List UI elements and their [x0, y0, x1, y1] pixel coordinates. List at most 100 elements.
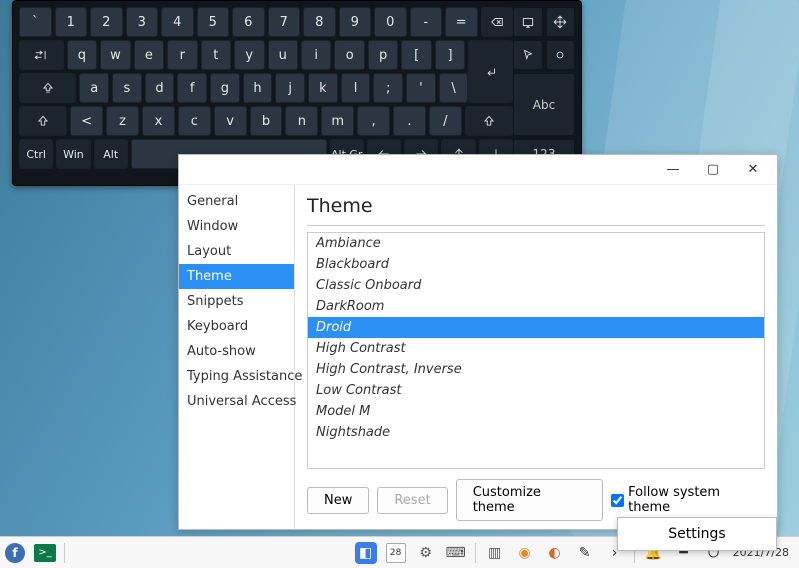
sidebar-item-layout[interactable]: Layout [179, 239, 294, 264]
sidebar-item-typing-assistance[interactable]: Typing Assistance [179, 364, 294, 389]
key-b[interactable]: b [250, 106, 283, 136]
theme-list[interactable]: Ambiance Blackboard Classic Onboard Dark… [307, 232, 765, 469]
sidebar-item-universal-access[interactable]: Universal Access [179, 389, 294, 414]
key-shift-left[interactable] [19, 106, 67, 136]
tray-update-icon[interactable]: ◉ [514, 542, 536, 564]
theme-item-nightshade[interactable]: Nightshade [308, 422, 764, 443]
sidebar-item-snippets[interactable]: Snippets [179, 289, 294, 314]
key-hover-mode[interactable] [546, 40, 576, 70]
app-menu-icon[interactable]: f [4, 542, 26, 564]
key-n[interactable]: n [285, 106, 318, 136]
tray-usb-icon[interactable]: ▥ [484, 542, 506, 564]
customize-theme-button[interactable]: Customize theme [456, 479, 603, 521]
sidebar-item-window[interactable]: Window [179, 214, 294, 239]
theme-item-darkroom[interactable]: DarkRoom [308, 296, 764, 317]
key-l[interactable]: l [341, 73, 371, 103]
key-u[interactable]: u [268, 40, 298, 70]
key-p[interactable]: p [368, 40, 398, 70]
key-4[interactable]: 4 [161, 7, 194, 37]
key-3[interactable]: 3 [126, 7, 159, 37]
key-o[interactable]: o [334, 40, 364, 70]
key-capslock[interactable] [19, 73, 76, 103]
key-j[interactable]: j [275, 73, 305, 103]
key-h[interactable]: h [243, 73, 273, 103]
terminal-icon[interactable]: >_ [34, 542, 56, 564]
key-k[interactable]: k [308, 73, 338, 103]
key-w[interactable]: w [100, 40, 130, 70]
key-7[interactable]: 7 [268, 7, 301, 37]
theme-item-low-contrast[interactable]: Low Contrast [308, 380, 764, 401]
key-backtick[interactable]: ` [19, 7, 52, 37]
theme-item-high-contrast[interactable]: High Contrast [308, 338, 764, 359]
theme-item-ambiance[interactable]: Ambiance [308, 233, 764, 254]
key-less[interactable]: < [70, 106, 103, 136]
key-q[interactable]: q [67, 40, 97, 70]
tray-calendar-icon[interactable]: 28 [385, 542, 407, 564]
key-r[interactable]: r [167, 40, 197, 70]
key-layer-abc[interactable]: Abc [513, 73, 575, 136]
key-5[interactable]: 5 [197, 7, 230, 37]
tray-settings-gear-icon[interactable]: ⚙ [415, 542, 437, 564]
sidebar-item-keyboard[interactable]: Keyboard [179, 314, 294, 339]
window-maximize-button[interactable]: ▢ [705, 162, 721, 178]
theme-item-droid[interactable]: Droid [308, 317, 764, 338]
key-f[interactable]: f [177, 73, 207, 103]
key-shift-right[interactable] [465, 106, 513, 136]
key-enter[interactable] [468, 40, 513, 103]
theme-item-classic-onboard[interactable]: Classic Onboard [308, 275, 764, 296]
tray-firefox-icon[interactable]: ◐ [544, 542, 566, 564]
sidebar-item-auto-show[interactable]: Auto-show [179, 339, 294, 364]
key-comma[interactable]: , [357, 106, 390, 136]
key-2[interactable]: 2 [90, 7, 123, 37]
key-6[interactable]: 6 [232, 7, 265, 37]
new-theme-button[interactable]: New [307, 487, 369, 514]
key-v[interactable]: v [214, 106, 247, 136]
key-hide-keyboard[interactable] [513, 7, 543, 37]
tray-onboard-icon[interactable]: ⌨ [445, 542, 467, 564]
key-bracket-close[interactable]: ] [435, 40, 465, 70]
key-ctrl[interactable]: Ctrl [19, 139, 53, 169]
reset-theme-button[interactable]: Reset [377, 487, 447, 514]
theme-item-high-contrast-inverse[interactable]: High Contrast, Inverse [308, 359, 764, 380]
key-y[interactable]: y [234, 40, 264, 70]
sidebar-item-theme[interactable]: Theme [179, 264, 294, 289]
sidebar-item-general[interactable]: General [179, 189, 294, 214]
theme-item-model-m[interactable]: Model M [308, 401, 764, 422]
key-s[interactable]: s [112, 73, 142, 103]
key-semicolon[interactable]: ; [373, 73, 403, 103]
key-alt[interactable]: Alt [94, 139, 128, 169]
key-0[interactable]: 0 [374, 7, 407, 37]
key-slash[interactable]: / [429, 106, 462, 136]
key-period[interactable]: . [393, 106, 426, 136]
window-close-button[interactable]: ✕ [745, 162, 761, 178]
key-9[interactable]: 9 [339, 7, 372, 37]
settings-tooltip[interactable]: Settings [617, 517, 777, 551]
theme-item-blackboard[interactable]: Blackboard [308, 254, 764, 275]
key-g[interactable]: g [210, 73, 240, 103]
key-x[interactable]: x [142, 106, 175, 136]
key-8[interactable]: 8 [303, 7, 336, 37]
key-equals[interactable]: = [445, 7, 478, 37]
key-quote[interactable]: ' [406, 73, 436, 103]
key-e[interactable]: e [134, 40, 164, 70]
key-c[interactable]: c [178, 106, 211, 136]
follow-system-theme-input[interactable] [611, 494, 624, 507]
key-click-mode[interactable] [513, 40, 543, 70]
key-z[interactable]: z [106, 106, 139, 136]
key-backspace[interactable] [481, 7, 514, 37]
follow-system-theme-checkbox[interactable]: Follow system theme [611, 485, 765, 515]
key-t[interactable]: t [201, 40, 231, 70]
key-move-keyboard[interactable] [546, 7, 576, 37]
key-win[interactable]: Win [56, 139, 90, 169]
key-minus[interactable]: - [410, 7, 443, 37]
key-1[interactable]: 1 [55, 7, 88, 37]
key-i[interactable]: i [301, 40, 331, 70]
key-m[interactable]: m [321, 106, 354, 136]
tray-pen-icon[interactable]: ✎ [574, 542, 596, 564]
key-backslash[interactable]: \ [439, 73, 469, 103]
window-titlebar[interactable]: — ▢ ✕ [179, 155, 777, 185]
key-d[interactable]: d [145, 73, 175, 103]
window-minimize-button[interactable]: — [665, 162, 681, 178]
tray-software-icon[interactable]: ◧ [355, 542, 377, 564]
key-tab[interactable] [19, 40, 64, 70]
